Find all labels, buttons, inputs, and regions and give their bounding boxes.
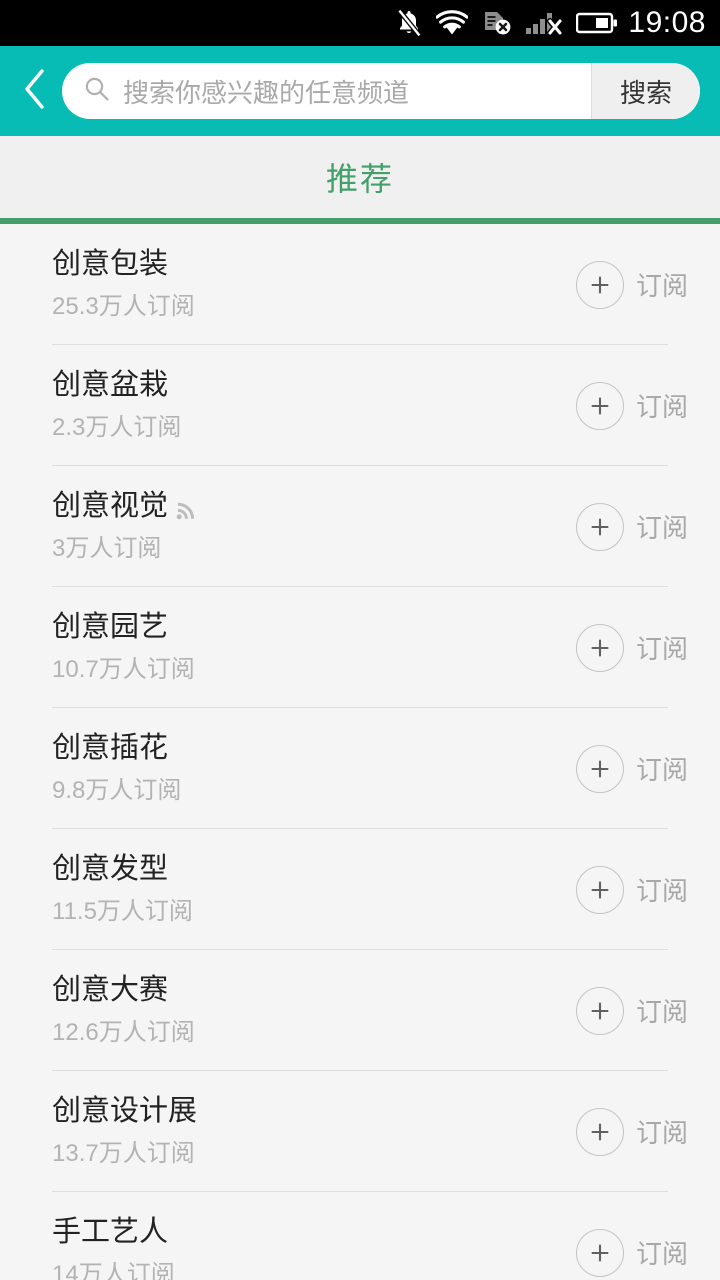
subscribe-label: 订阅 bbox=[635, 1239, 688, 1269]
channel-name: 创意盆栽 bbox=[52, 368, 169, 401]
channel-name-wrap: 创意大赛 bbox=[52, 973, 576, 1007]
channel-name-wrap: 创意园艺 bbox=[52, 610, 576, 644]
plus-icon bbox=[575, 502, 624, 551]
plus-icon bbox=[575, 986, 624, 1035]
channel-name: 创意园艺 bbox=[52, 610, 169, 643]
list-item-5[interactable]: 创意发型 11.5万人订阅 订阅 bbox=[0, 829, 720, 950]
channel-name-wrap: 创意视觉 bbox=[52, 489, 576, 523]
search-placeholder: 搜索你感兴趣的任意频道 bbox=[123, 77, 410, 108]
app-screen: 19:08 搜索你感兴趣的任意频道 搜索 推荐 创意包装 25.3万人订阅 订阅… bbox=[0, 0, 720, 1280]
search-pill: 搜索你感兴趣的任意频道 搜索 bbox=[62, 63, 700, 119]
channel-name: 创意设计展 bbox=[52, 1094, 198, 1127]
search-bar: 搜索你感兴趣的任意频道 搜索 bbox=[0, 46, 720, 136]
plus-icon bbox=[575, 623, 624, 672]
subscriber-count: 3万人订阅 bbox=[52, 534, 162, 562]
channel-info: 创意盆栽 2.3万人订阅 bbox=[52, 368, 576, 441]
subscribe-button[interactable]: 订阅 bbox=[575, 986, 700, 1035]
subscribe-label: 订阅 bbox=[635, 271, 688, 301]
subscriber-count: 12.6万人订阅 bbox=[52, 1018, 195, 1046]
subscriber-count: 13.7万人订阅 bbox=[52, 1139, 195, 1167]
subscribe-button[interactable]: 订阅 bbox=[575, 381, 700, 430]
channel-list: 创意包装 25.3万人订阅 订阅 创意盆栽 2.3万人订阅 订阅 创意视觉 3万… bbox=[0, 224, 720, 1280]
plus-icon bbox=[575, 1107, 624, 1156]
channel-name-wrap: 创意发型 bbox=[52, 852, 576, 886]
channel-name-wrap: 创意设计展 bbox=[52, 1094, 576, 1128]
subscribe-button[interactable]: 订阅 bbox=[575, 260, 700, 309]
channel-info: 创意大赛 12.6万人订阅 bbox=[52, 973, 576, 1046]
subscribe-label: 订阅 bbox=[635, 876, 688, 906]
list-item-8[interactable]: 手工艺人 14万人订阅 订阅 bbox=[0, 1192, 720, 1280]
subscribe-button[interactable]: 订阅 bbox=[575, 865, 700, 914]
list-item-7[interactable]: 创意设计展 13.7万人订阅 订阅 bbox=[0, 1071, 720, 1192]
status-icon-group bbox=[396, 9, 618, 37]
back-chevron-icon bbox=[23, 68, 47, 115]
subscriber-count: 11.5万人订阅 bbox=[52, 897, 193, 925]
channel-info: 创意插花 9.8万人订阅 bbox=[52, 731, 576, 804]
list-item-2[interactable]: 创意视觉 3万人订阅 订阅 bbox=[0, 466, 720, 587]
channel-name: 创意包装 bbox=[52, 247, 169, 280]
subscribe-button[interactable]: 订阅 bbox=[575, 1107, 700, 1156]
channel-name: 创意插花 bbox=[52, 731, 169, 764]
subscriber-count: 2.3万人订阅 bbox=[52, 413, 182, 441]
back-button[interactable] bbox=[8, 56, 62, 126]
channel-name: 创意大赛 bbox=[52, 973, 169, 1006]
list-item-0[interactable]: 创意包装 25.3万人订阅 订阅 bbox=[0, 224, 720, 345]
search-submit-button[interactable]: 搜索 bbox=[591, 63, 700, 119]
subscribe-label: 订阅 bbox=[635, 634, 688, 664]
sim-error-icon bbox=[482, 9, 512, 37]
battery-icon bbox=[576, 11, 618, 35]
subscribe-label: 订阅 bbox=[635, 755, 688, 785]
channel-info: 创意设计展 13.7万人订阅 bbox=[52, 1094, 576, 1167]
wifi-icon bbox=[436, 10, 469, 36]
channel-name: 创意发型 bbox=[52, 852, 169, 885]
plus-icon bbox=[575, 865, 624, 914]
subscribe-button[interactable]: 订阅 bbox=[575, 623, 700, 672]
subscriber-count: 25.3万人订阅 bbox=[52, 292, 195, 320]
section-header: 推荐 bbox=[0, 136, 720, 218]
list-item-4[interactable]: 创意插花 9.8万人订阅 订阅 bbox=[0, 708, 720, 829]
channel-info: 创意发型 11.5万人订阅 bbox=[52, 852, 576, 925]
status-bar-clock: 19:08 bbox=[628, 6, 706, 39]
subscriber-count: 9.8万人订阅 bbox=[52, 776, 182, 804]
search-icon bbox=[84, 76, 110, 107]
bell-muted-icon bbox=[396, 9, 422, 37]
channel-info: 手工艺人 14万人订阅 bbox=[52, 1215, 576, 1280]
list-item-6[interactable]: 创意大赛 12.6万人订阅 订阅 bbox=[0, 950, 720, 1071]
channel-name-wrap: 手工艺人 bbox=[52, 1215, 576, 1249]
channel-info: 创意包装 25.3万人订阅 bbox=[52, 247, 576, 320]
subscribe-label: 订阅 bbox=[635, 997, 688, 1027]
plus-icon bbox=[575, 1228, 624, 1277]
subscribe-button[interactable]: 订阅 bbox=[575, 1228, 700, 1277]
subscribe-label: 订阅 bbox=[635, 513, 688, 543]
list-item-1[interactable]: 创意盆栽 2.3万人订阅 订阅 bbox=[0, 345, 720, 466]
channel-name-wrap: 创意包装 bbox=[52, 247, 576, 281]
subscribe-button[interactable]: 订阅 bbox=[575, 744, 700, 793]
channel-name-wrap: 创意盆栽 bbox=[52, 368, 576, 402]
plus-icon bbox=[575, 260, 624, 309]
subscribe-button[interactable]: 订阅 bbox=[575, 502, 700, 551]
subscriber-count: 10.7万人订阅 bbox=[52, 655, 195, 683]
channel-name: 创意视觉 bbox=[52, 489, 169, 522]
subscribe-label: 订阅 bbox=[635, 392, 688, 422]
rss-icon bbox=[174, 492, 198, 522]
page-title: 推荐 bbox=[325, 161, 394, 197]
channel-info: 创意园艺 10.7万人订阅 bbox=[52, 610, 576, 683]
signal-no-service-icon bbox=[526, 10, 563, 36]
channel-info: 创意视觉 3万人订阅 bbox=[52, 489, 576, 562]
plus-icon bbox=[575, 381, 624, 430]
channel-name: 手工艺人 bbox=[52, 1215, 169, 1248]
list-item-3[interactable]: 创意园艺 10.7万人订阅 订阅 bbox=[0, 587, 720, 708]
status-bar: 19:08 bbox=[0, 0, 720, 46]
channel-name-wrap: 创意插花 bbox=[52, 731, 576, 765]
plus-icon bbox=[575, 744, 624, 793]
subscriber-count: 14万人订阅 bbox=[52, 1260, 175, 1280]
subscribe-label: 订阅 bbox=[635, 1118, 688, 1148]
search-input[interactable]: 搜索你感兴趣的任意频道 bbox=[62, 63, 591, 119]
